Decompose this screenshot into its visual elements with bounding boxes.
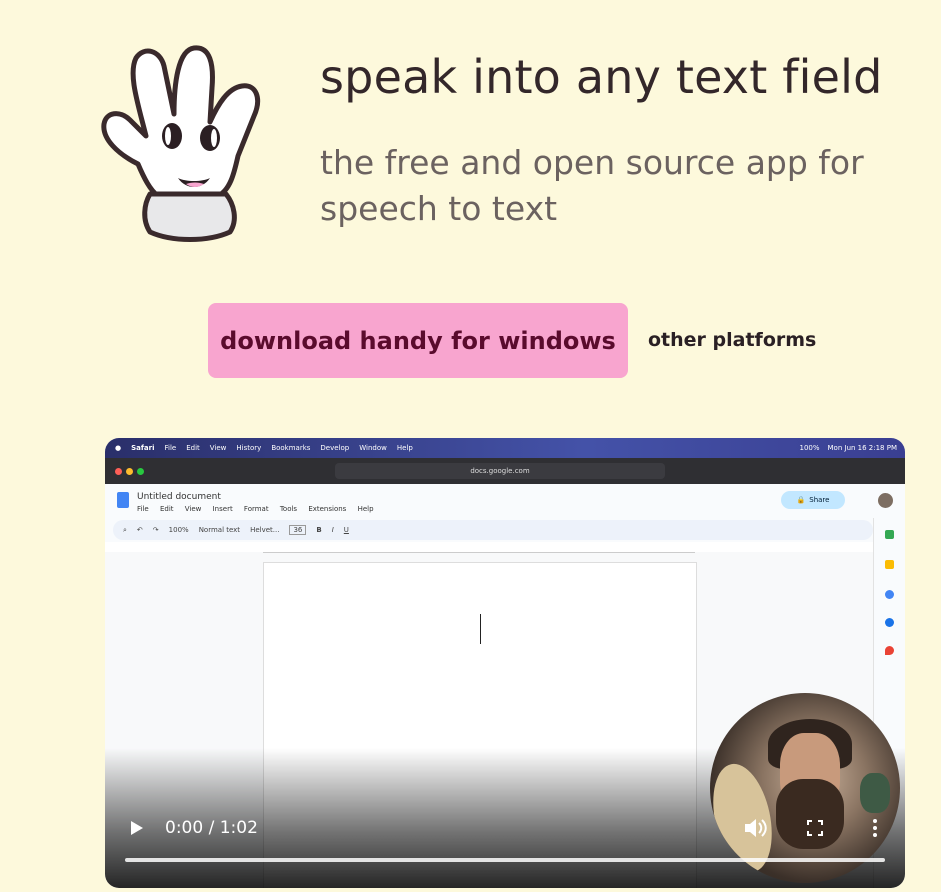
docs-logo-icon	[117, 492, 129, 508]
contacts-icon	[885, 618, 894, 627]
mac-menu-item: History	[236, 444, 262, 452]
ruler	[263, 544, 695, 553]
doc-menu-item: File	[137, 505, 149, 513]
close-dot-icon	[115, 467, 122, 475]
video-progress-bar[interactable]	[125, 858, 885, 862]
search-icon: ⌕	[123, 525, 127, 534]
fullscreen-icon[interactable]	[807, 820, 823, 836]
share-label: Share	[809, 496, 830, 504]
mac-menu-item: Bookmarks	[271, 444, 311, 452]
docs-share-button: 🔒 Share	[781, 491, 845, 509]
volume-icon[interactable]	[743, 817, 767, 839]
docs-toolbar: ⌕ ↶ ↷ 100% Normal text Helvet... 36 B I …	[113, 520, 873, 540]
safari-toolbar: docs.google.com	[105, 458, 905, 484]
calendar-icon	[885, 530, 894, 539]
doc-menu-item: Format	[243, 505, 269, 513]
mac-menu-item: View	[209, 444, 227, 452]
doc-menu-item: Insert	[212, 505, 233, 513]
more-options-icon[interactable]	[871, 818, 879, 838]
mac-menubar: ● Safari File Edit View History Bookmark…	[105, 438, 905, 458]
mac-menu-item: Help	[396, 444, 413, 452]
mac-menu-item: Window	[359, 444, 387, 452]
hero-section: speak into any text field the free and o…	[0, 0, 941, 260]
minimize-dot-icon	[126, 467, 133, 475]
other-platforms-link[interactable]: other platforms	[648, 329, 816, 351]
apple-icon: ●	[115, 444, 122, 452]
doc-menu-item: View	[184, 505, 202, 513]
waving-hand-mascot-icon	[101, 45, 260, 242]
undo-icon: ↶	[136, 526, 143, 534]
zoom-select: 100%	[168, 526, 189, 534]
bold-icon: B	[316, 526, 322, 534]
page-subtitle: the free and open source app for speech …	[320, 143, 864, 228]
doc-menu-item: Extensions	[308, 505, 347, 513]
doc-menu-item: Tools	[279, 505, 298, 513]
font-select: Helvet...	[250, 526, 280, 534]
font-size: 36	[289, 525, 307, 535]
mac-menu-item: Safari	[131, 444, 155, 452]
maps-icon	[885, 646, 894, 655]
mac-menu-item: Develop	[320, 444, 350, 452]
tasks-icon	[885, 590, 894, 599]
mac-status-area: 100% Mon Jun 16 2:18 PM	[792, 438, 898, 458]
doc-title: Untitled document	[137, 492, 221, 502]
doc-menu-item: Help	[357, 505, 374, 513]
play-icon[interactable]	[129, 820, 145, 836]
style-select: Normal text	[198, 526, 241, 534]
keep-icon	[885, 560, 894, 569]
battery-text: 100%	[799, 444, 820, 452]
redo-icon: ↷	[152, 526, 159, 534]
italic-icon: I	[331, 526, 334, 534]
doc-menu-item: Edit	[159, 505, 174, 513]
page-title: speak into any text field	[320, 50, 883, 104]
video-time: 0:00 / 1:02	[165, 818, 258, 838]
url-bar: docs.google.com	[335, 463, 665, 479]
video-controls: 0:00 / 1:02	[105, 808, 905, 888]
mac-menu-item: File	[164, 444, 177, 452]
avatar	[878, 493, 893, 508]
download-button[interactable]: download handy for windows	[208, 303, 628, 378]
clock-text: Mon Jun 16 2:18 PM	[827, 444, 897, 452]
text-cursor	[480, 614, 481, 644]
underline-icon: U	[343, 526, 349, 534]
mac-menu-item: Edit	[186, 444, 200, 452]
lock-icon: 🔒	[796, 496, 806, 504]
doc-menu: File Edit View Insert Format Tools Exten…	[137, 505, 383, 513]
demo-video[interactable]: ● Safari File Edit View History Bookmark…	[105, 438, 905, 888]
zoom-dot-icon	[137, 467, 144, 475]
plant-shape	[860, 773, 890, 813]
